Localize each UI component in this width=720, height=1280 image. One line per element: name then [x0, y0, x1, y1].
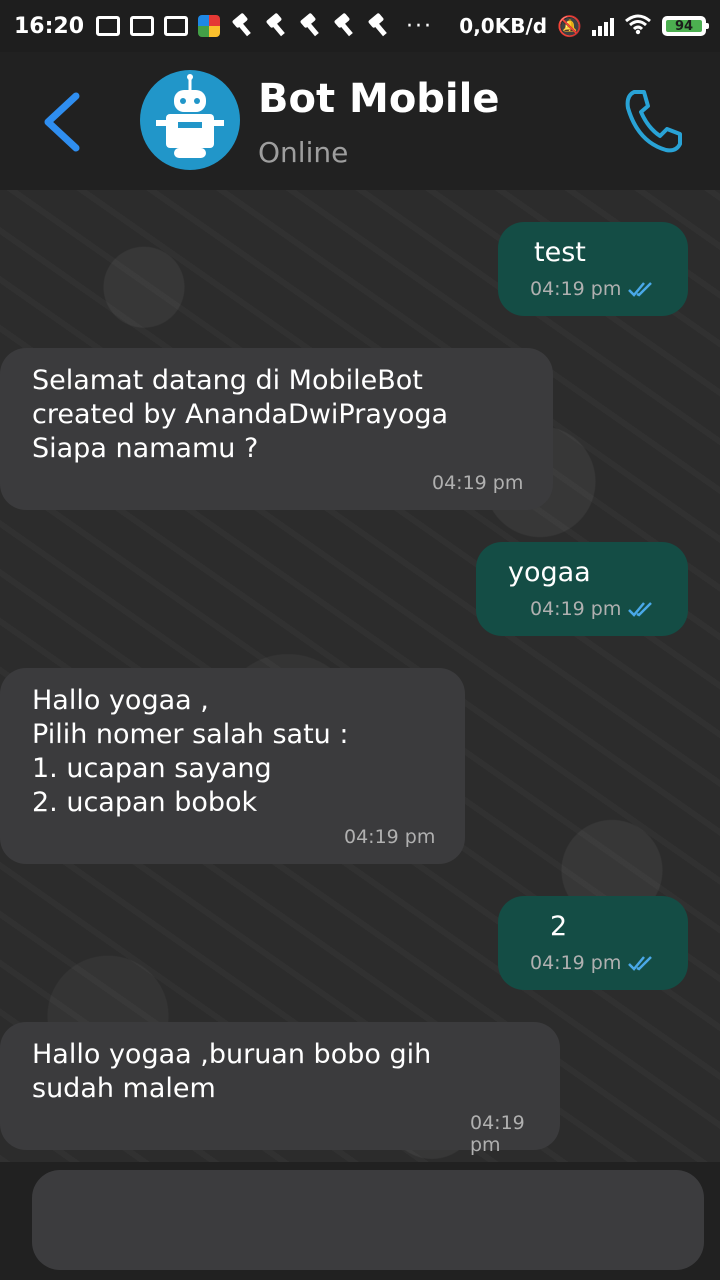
hammer-icon — [332, 15, 356, 37]
message-text: test — [534, 237, 586, 268]
bot-avatar[interactable] — [140, 70, 240, 170]
vpn-icon — [96, 16, 121, 36]
chat-header: Bot Mobile Online — [0, 52, 720, 190]
outgoing-message[interactable]: yogaa 04:19 pm — [476, 542, 688, 636]
robot-icon — [156, 74, 224, 158]
incoming-message[interactable]: Selamat datang di MobileBot created by A… — [0, 348, 553, 510]
outgoing-message[interactable]: 2 04:19 pm — [498, 896, 688, 990]
message-meta: 04:19 pm — [530, 952, 655, 974]
hammer-icon — [264, 15, 288, 37]
incoming-message[interactable]: Hallo yogaa , Pilih nomer salah satu : 1… — [0, 668, 465, 864]
hammer-icon — [366, 15, 390, 37]
phone-call-icon[interactable] — [620, 86, 684, 156]
message-text: 2 — [550, 911, 568, 942]
composer-bar — [0, 1162, 720, 1280]
message-time: 04:19 pm — [344, 826, 436, 848]
back-arrow-icon[interactable] — [40, 90, 84, 154]
status-time: 16:20 — [14, 13, 85, 39]
signal-icon — [592, 16, 614, 36]
double-check-icon — [628, 956, 653, 971]
status-bar: 16:20 ··· 0,0KB/d 🔕 94 — [0, 0, 720, 52]
message-text: Hallo yogaa , Pilih nomer salah satu : 1… — [32, 685, 349, 818]
app-icon — [198, 15, 221, 37]
message-time: 04:19 pm — [470, 1112, 525, 1156]
message-meta: 04:19 pm — [432, 472, 523, 494]
outgoing-message[interactable]: test 04:19 pm — [498, 222, 688, 316]
gmail-icon — [164, 16, 189, 36]
contact-name[interactable]: Bot Mobile — [258, 76, 499, 122]
hammer-icon — [230, 15, 254, 37]
message-text: Selamat datang di MobileBot created by A… — [32, 365, 449, 464]
message-input[interactable] — [32, 1170, 704, 1270]
chat-area[interactable]: test 04:19 pm Selamat datang di MobileBo… — [0, 190, 720, 1162]
message-time: 04:19 pm — [530, 278, 622, 300]
wifi-icon — [624, 13, 652, 40]
message-time: 04:19 pm — [530, 598, 622, 620]
message-meta: 04:19 pm — [470, 1112, 560, 1156]
more-notifications-icon: ··· — [406, 13, 434, 39]
battery-icon: 94 — [662, 16, 709, 36]
mail-icon — [130, 16, 155, 36]
double-check-icon — [628, 282, 653, 297]
mute-icon: 🔕 — [557, 14, 582, 38]
message-text: Hallo yogaa ,buruan bobo gih sudah malem — [32, 1039, 432, 1104]
message-time: 04:19 pm — [530, 952, 622, 974]
hammer-icon — [298, 15, 322, 37]
battery-level: 94 — [666, 19, 702, 34]
message-time: 04:19 pm — [432, 472, 524, 494]
double-check-icon — [628, 602, 653, 617]
message-meta: 04:19 pm — [530, 598, 655, 620]
incoming-message[interactable]: Hallo yogaa ,buruan bobo gih sudah malem… — [0, 1022, 560, 1156]
message-meta: 04:19 pm — [344, 826, 435, 848]
message-text: yogaa — [508, 557, 591, 588]
notification-icons: ··· — [96, 14, 459, 39]
network-speed: 0,0KB/d — [459, 14, 548, 38]
contact-status: Online — [258, 136, 349, 169]
message-meta: 04:19 pm — [530, 278, 655, 300]
